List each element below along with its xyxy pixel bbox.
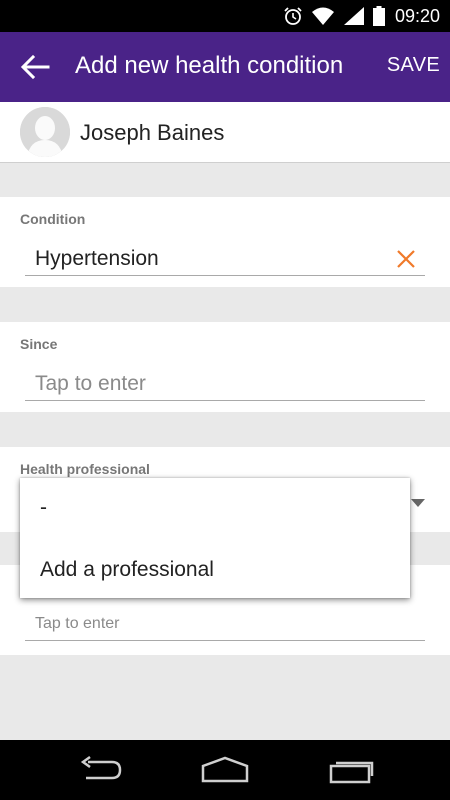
status-icons: 09:20 [283,0,440,32]
alarm-icon [284,7,302,25]
next-field[interactable]: Tap to enter [25,607,425,641]
avatar [20,107,70,157]
condition-value: Hypertension [35,247,159,270]
clear-icon[interactable] [395,248,417,270]
condition-card: Condition Hypertension [0,197,450,287]
recents-nav-icon[interactable] [328,756,374,784]
home-nav-icon[interactable] [200,756,250,784]
condition-field[interactable]: Hypertension [25,242,425,276]
person-icon [20,107,70,157]
back-arrow-icon[interactable] [18,52,52,82]
save-button[interactable]: SAVE [387,54,440,77]
app-bar: Add new health condition SAVE [0,32,450,102]
status-time: 09:20 [394,5,440,26]
navigation-bar [0,740,450,800]
dropdown-option-add-professional[interactable]: Add a professional [40,558,214,582]
back-nav-icon[interactable] [78,756,124,784]
page-title: Add new health condition [75,52,344,79]
signal-icon [343,7,364,25]
wifi-icon [311,7,334,25]
since-card: Since Tap to enter [0,322,450,412]
since-placeholder: Tap to enter [35,372,146,395]
battery-icon [372,6,385,26]
health-professional-dropdown: - Add a professional [20,478,410,598]
since-label: Since [20,336,58,352]
patient-name: Joseph Baines [80,120,225,145]
since-field[interactable]: Tap to enter [25,367,425,401]
patient-row: Joseph Baines [0,102,450,163]
status-bar: 09:20 [0,0,450,32]
dropdown-option-none[interactable]: - [40,496,47,520]
next-field-placeholder: Tap to enter [35,615,120,632]
health-professional-label: Health professional [20,461,150,477]
condition-label: Condition [20,211,86,227]
dropdown-arrow-icon[interactable] [411,499,425,507]
